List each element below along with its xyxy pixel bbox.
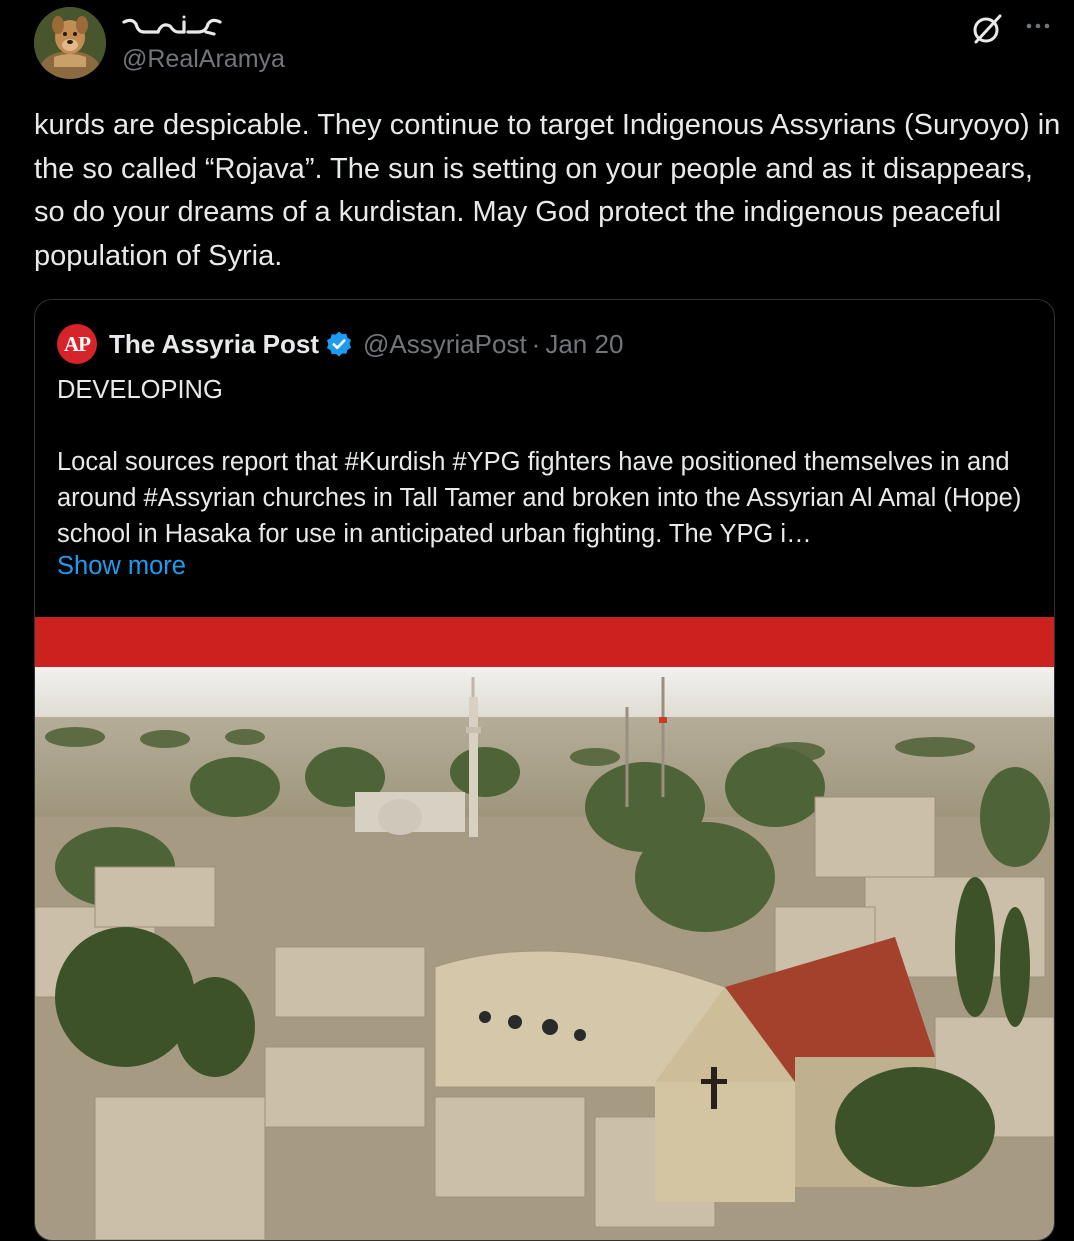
author-display-name[interactable] bbox=[122, 12, 222, 42]
quoted-post-card[interactable]: AP The Assyria Post @AssyriaPost · Jan 2… bbox=[34, 299, 1055, 1241]
assyria-post-logo[interactable]: AP bbox=[57, 324, 97, 364]
image-red-band bbox=[35, 617, 1054, 667]
post-text: kurds are despicable. They continue to t… bbox=[34, 109, 1069, 272]
quoted-post-text: DEVELOPING Local sources report that #Ku… bbox=[57, 376, 1022, 548]
quoted-author-name[interactable]: The Assyria Post bbox=[109, 329, 319, 360]
show-more-link[interactable]: Show more bbox=[57, 552, 186, 581]
quoted-post-date[interactable]: Jan 20 bbox=[545, 329, 623, 360]
aerial-town-photo[interactable] bbox=[35, 667, 1054, 1240]
author-avatar[interactable] bbox=[34, 7, 106, 79]
grok-icon[interactable] bbox=[970, 12, 1004, 46]
more-dots-icon[interactable] bbox=[1021, 14, 1055, 38]
dog-avatar-icon bbox=[34, 7, 106, 79]
verified-badge-icon bbox=[327, 331, 352, 357]
dot-separator: · bbox=[531, 328, 541, 359]
author-handle[interactable]: @RealAramya bbox=[122, 45, 285, 74]
syriac-name-lettering bbox=[122, 15, 222, 36]
town-photo-illustration bbox=[35, 667, 1054, 1240]
quoted-author-handle[interactable]: @AssyriaPost bbox=[363, 329, 527, 360]
quoted-post-header: AP The Assyria Post @AssyriaPost · Jan 2… bbox=[57, 324, 623, 364]
